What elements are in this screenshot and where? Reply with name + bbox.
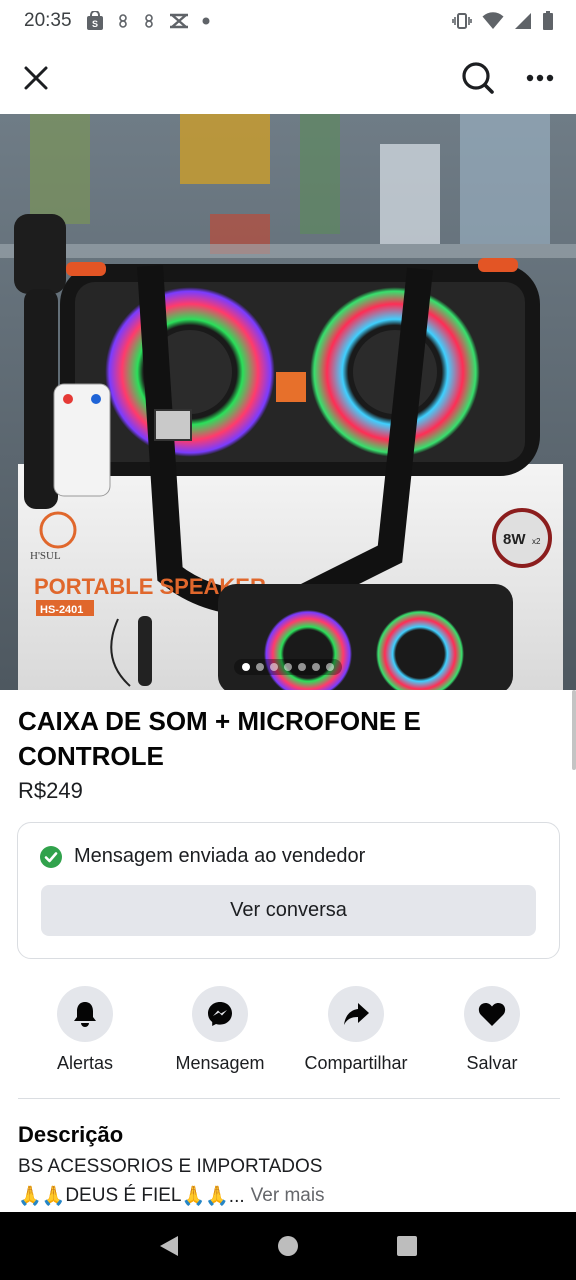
message-status: Mensagem enviada ao vendedor: [40, 845, 365, 868]
more-options-button[interactable]: [522, 60, 558, 96]
home-icon[interactable]: [277, 1235, 299, 1257]
recents-icon[interactable]: [396, 1235, 418, 1257]
vibrate-icon: [452, 13, 472, 29]
product-photo: H'SUL PORTABLE SPEAKER HS-2401 8W x2: [0, 114, 576, 690]
carousel-dot[interactable]: [270, 663, 278, 671]
search-icon: [462, 62, 494, 94]
carousel-dot[interactable]: [242, 663, 250, 671]
power-badge-sub: x2: [532, 537, 541, 546]
missed-call-icon: [169, 13, 188, 29]
status-icons-right: [452, 11, 554, 31]
status-bar: 20:35 S: [0, 0, 576, 42]
alerts-icon-wrap: [57, 986, 113, 1042]
divider: [18, 1098, 560, 1099]
save-label: Salvar: [466, 1053, 518, 1073]
message-button[interactable]: Mensagem: [150, 986, 290, 1074]
heart-icon: [478, 1002, 506, 1026]
notification-icon: [144, 14, 153, 28]
alerts-label: Alertas: [56, 1053, 114, 1073]
message-card: Mensagem enviada ao vendedor Ver convers…: [17, 822, 560, 959]
close-icon: [24, 66, 48, 90]
app-bar: [0, 42, 576, 114]
cell-signal-icon: [515, 13, 531, 29]
save-icon-wrap: [464, 986, 520, 1042]
shopping-bag-icon: S: [86, 11, 103, 30]
carousel-dot[interactable]: [326, 663, 334, 671]
listing-title: CAIXA DE SOM + MICROFONE E CONTROLE: [18, 706, 421, 771]
listing-price: R$249: [18, 778, 83, 803]
notification-icon: [118, 14, 127, 28]
bell-icon: [74, 1002, 96, 1027]
messenger-icon: [208, 1002, 232, 1026]
product-image-carousel[interactable]: H'SUL PORTABLE SPEAKER HS-2401 8W x2: [0, 114, 576, 690]
close-button[interactable]: [18, 60, 54, 96]
status-icons-left: S: [86, 11, 210, 31]
check-circle-icon: [40, 845, 62, 868]
see-more-link[interactable]: Ver mais: [251, 1185, 325, 1207]
carousel-dot[interactable]: [256, 663, 264, 671]
share-label: Compartilhar: [304, 1053, 408, 1073]
carousel-indicator: [0, 659, 576, 675]
pray-emoji-suffix: 🙏🙏...: [181, 1186, 245, 1207]
battery-icon: [543, 11, 553, 30]
more-icon: [526, 74, 554, 82]
description-heading: Descrição: [18, 1122, 124, 1147]
status-time: 20:35: [24, 10, 72, 31]
scrollbar[interactable]: [572, 690, 576, 770]
description-line-2: 🙏🙏 DEUS É FIEL 🙏🙏... Ver mais: [18, 1184, 325, 1208]
share-icon-wrap: [328, 986, 384, 1042]
message-icon-wrap: [192, 986, 248, 1042]
carousel-dot[interactable]: [312, 663, 320, 671]
share-icon: [344, 1003, 369, 1025]
wifi-icon: [482, 12, 504, 29]
message-label: Mensagem: [175, 1053, 265, 1073]
svg-text:S: S: [92, 19, 98, 29]
description-line-1: BS ACESSORIOS E IMPORTADOS: [18, 1156, 323, 1177]
description-text: DEUS É FIEL: [65, 1185, 182, 1206]
carousel-dot[interactable]: [284, 663, 292, 671]
view-conversation-button[interactable]: Ver conversa: [41, 885, 536, 936]
pray-emoji-prefix: 🙏🙏: [18, 1186, 66, 1207]
power-badge: 8W: [503, 531, 526, 548]
alerts-button[interactable]: Alertas: [15, 986, 155, 1074]
save-button[interactable]: Salvar: [422, 986, 562, 1074]
system-nav-bar: [0, 1212, 576, 1280]
carousel-dot[interactable]: [298, 663, 306, 671]
action-row: Alertas Mensagem Compartilhar Salvar: [0, 986, 576, 1078]
share-button[interactable]: Compartilhar: [286, 986, 426, 1074]
dot-icon: [202, 17, 210, 25]
message-status-text: Mensagem enviada ao vendedor: [74, 845, 366, 867]
search-button[interactable]: [460, 60, 496, 96]
back-icon[interactable]: [158, 1234, 180, 1258]
box-model: HS-2401: [40, 604, 83, 616]
box-brand: H'SUL: [30, 550, 61, 562]
